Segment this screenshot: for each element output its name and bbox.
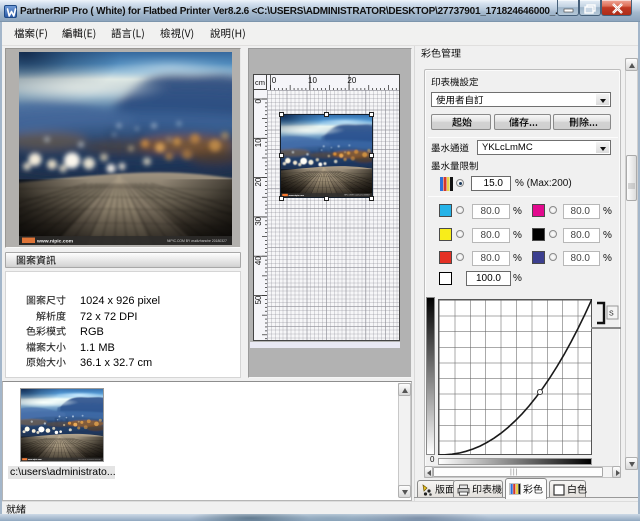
- svg-text:www.nipic.com: www.nipic.com: [36, 239, 74, 245]
- svg-text:30: 30: [254, 216, 263, 225]
- svg-text:40: 40: [254, 256, 263, 265]
- svg-text:0: 0: [272, 76, 277, 85]
- svg-text:www.nipic.com: www.nipic.com: [289, 195, 304, 197]
- svg-text:NIPIC.COM BY wudizhanche 20180: NIPIC.COM BY wudizhanche 20180327: [167, 239, 227, 243]
- svg-text:20: 20: [347, 76, 356, 85]
- svg-text:50: 50: [254, 295, 263, 304]
- svg-text:10: 10: [308, 76, 317, 85]
- svg-text:www.nipic.com: www.nipic.com: [28, 459, 42, 461]
- svg-text:10: 10: [254, 138, 263, 147]
- svg-text:S: S: [609, 311, 614, 318]
- svg-text:20: 20: [254, 177, 263, 186]
